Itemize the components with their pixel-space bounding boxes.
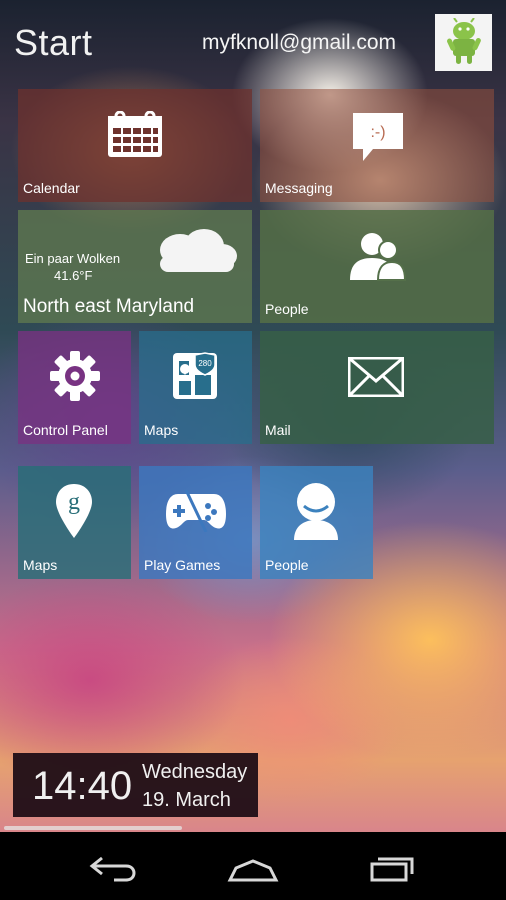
map-icon: 280 <box>173 352 217 399</box>
tile-mail[interactable]: Mail <box>260 331 494 444</box>
clock-time: 14:40 <box>32 764 133 808</box>
map-pin-icon: g <box>56 484 92 538</box>
tile-label: Play Games <box>144 557 221 573</box>
tile-label: People <box>265 301 309 317</box>
back-button[interactable] <box>78 846 148 886</box>
calendar-icon <box>108 111 162 157</box>
gear-icon <box>50 351 100 401</box>
message-bubble-icon: :-) <box>353 113 403 161</box>
tile-label: People <box>265 557 309 573</box>
tile-label: Mail <box>265 422 291 438</box>
svg-text:g: g <box>68 489 80 515</box>
tile-control-panel[interactable]: Control Panel <box>18 331 131 444</box>
home-button[interactable] <box>218 846 288 886</box>
tile-calendar[interactable]: Calendar <box>18 89 252 202</box>
top-bar: Start myfknoll@gmail.com <box>0 0 506 86</box>
android-icon <box>447 18 481 64</box>
avatar[interactable] <box>435 14 492 71</box>
back-arrow-icon <box>89 856 136 882</box>
tile-label: Maps <box>23 557 58 573</box>
tile-maps-google[interactable]: g Maps <box>18 466 131 579</box>
tile-label: Calendar <box>23 180 80 196</box>
tile-messaging[interactable]: :-) Messaging <box>260 89 494 202</box>
weather-location: North east Maryland <box>23 296 195 317</box>
gamepad-icon <box>166 490 226 532</box>
tile-label: Messaging <box>265 180 333 196</box>
cloud-icon <box>160 229 237 272</box>
horizontal-scrollbar[interactable] <box>4 826 182 830</box>
svg-text:280: 280 <box>198 359 212 368</box>
people-icon <box>350 233 406 281</box>
account-email[interactable]: myfknoll@gmail.com <box>202 31 396 55</box>
home-icon <box>227 859 279 882</box>
svg-text::-): :-) <box>370 124 385 141</box>
recent-apps-icon <box>370 857 414 882</box>
recent-apps-button[interactable] <box>358 846 428 886</box>
tile-weather[interactable]: Ein paar Wolken 41.6°F North east Maryla… <box>18 210 252 323</box>
tile-label: Maps <box>144 422 179 438</box>
mail-icon <box>348 357 404 397</box>
person-icon <box>294 483 338 540</box>
clock-widget[interactable]: 14:40 Wednesday 19. March <box>13 753 258 817</box>
navigation-bar <box>0 832 506 900</box>
tile-people[interactable]: People <box>260 210 494 323</box>
clock-weekday: Wednesday <box>142 761 248 783</box>
clock-date: 19. March <box>142 789 231 811</box>
tile-label: Control Panel <box>23 422 108 438</box>
page-title: Start <box>14 22 93 63</box>
weather-temperature: 41.6°F <box>54 268 93 283</box>
tile-play-games[interactable]: Play Games <box>139 466 252 579</box>
weather-condition: Ein paar Wolken <box>25 251 121 266</box>
tile-maps[interactable]: 280 Maps <box>139 331 252 444</box>
tile-people-small[interactable]: People <box>260 466 373 579</box>
